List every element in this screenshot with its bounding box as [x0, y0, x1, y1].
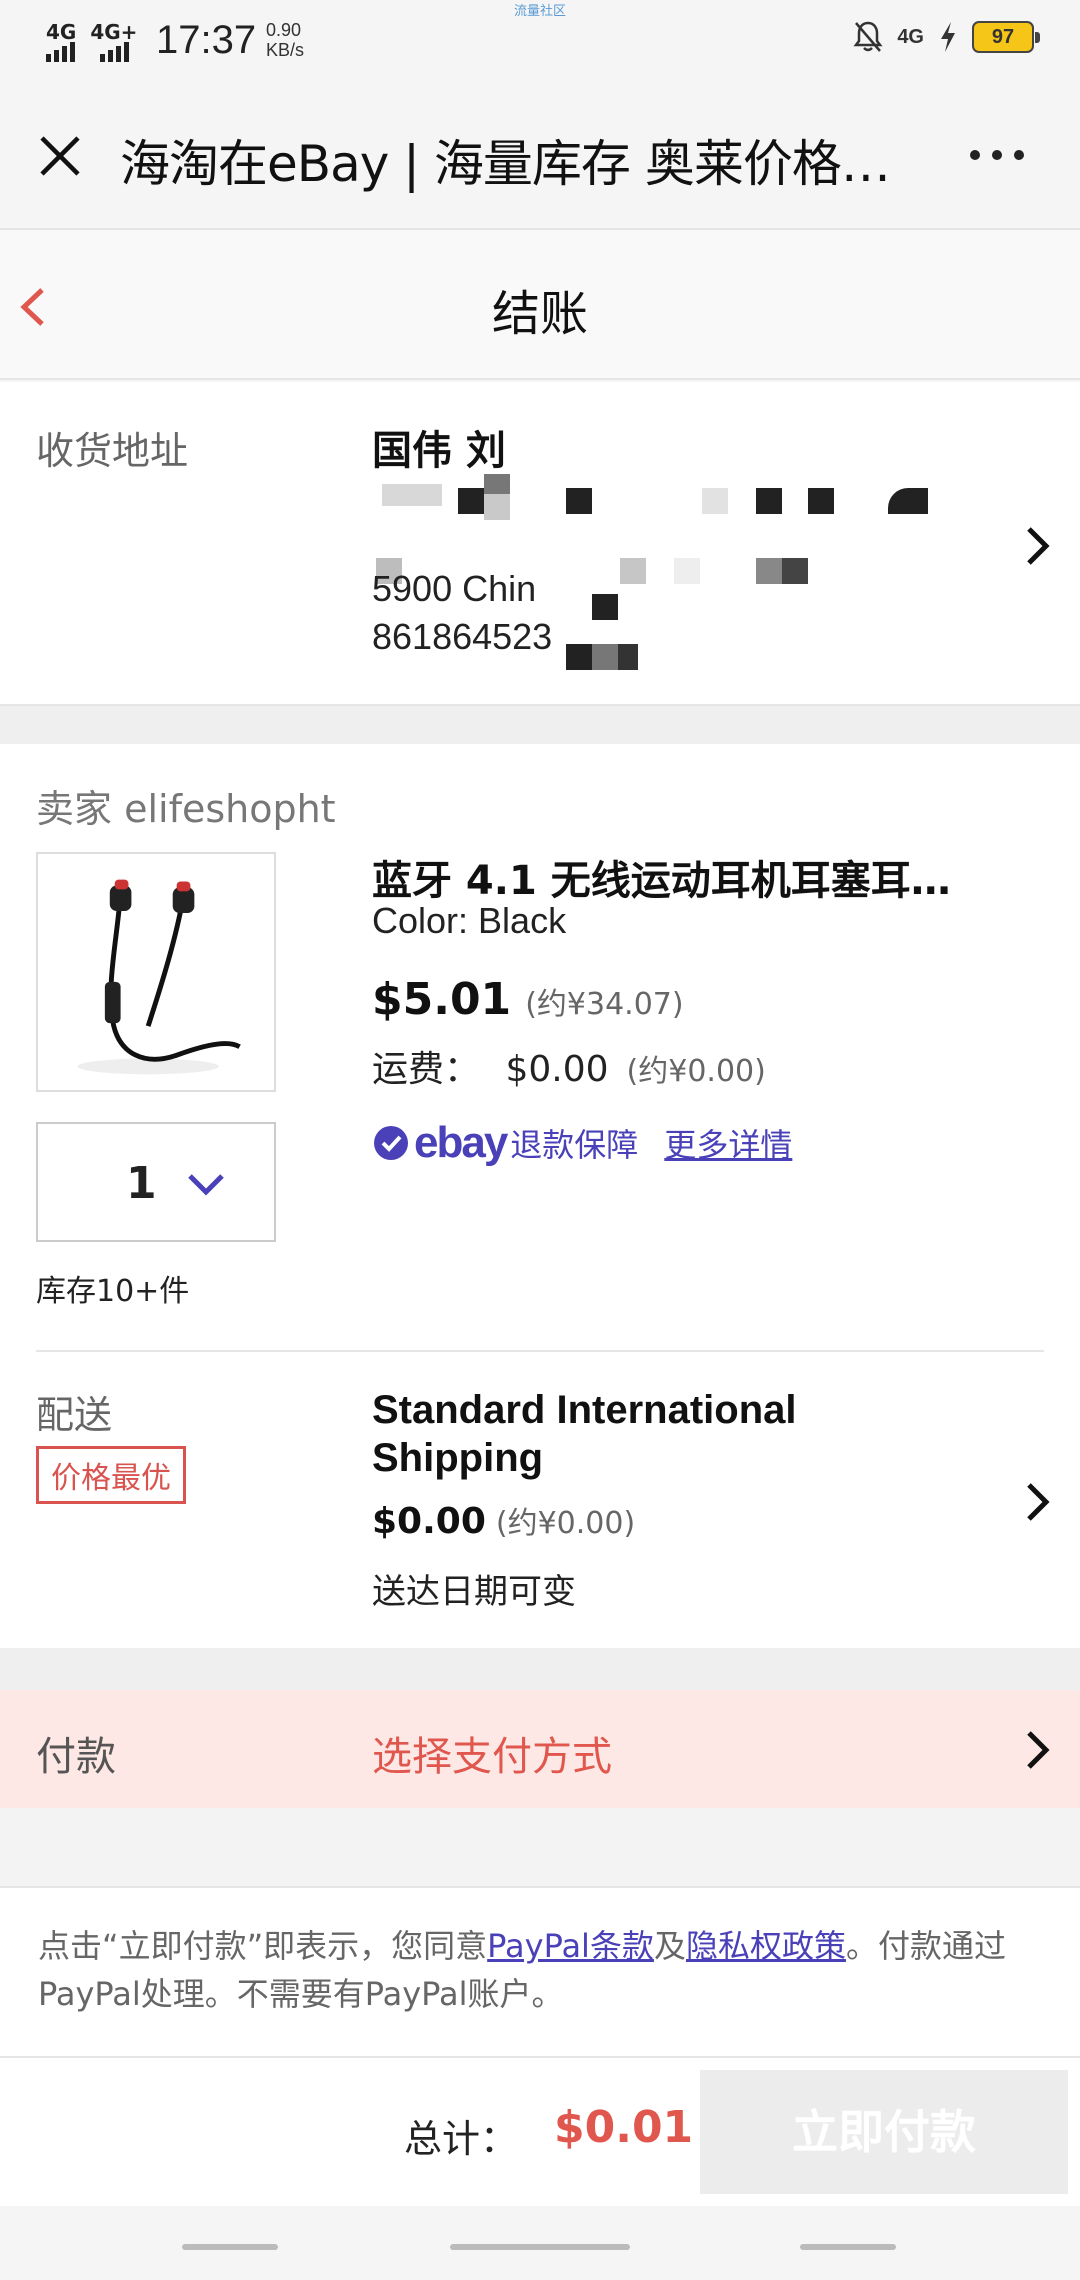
shipping-cost-cny: (约¥0.00)	[495, 1506, 636, 1541]
browser-nav-bar: 海淘在eBay | 海量库存 奥莱价格…	[0, 84, 1080, 230]
speed-unit: KB/s	[266, 40, 305, 60]
chevron-right-icon[interactable]	[1024, 524, 1052, 568]
total-amount: $0.01	[554, 2102, 694, 2153]
network-speed: 0.90 KB/s	[266, 20, 304, 60]
speed-value: 0.90	[266, 20, 302, 40]
section-gap	[0, 1648, 1080, 1690]
charging-bolt-icon	[941, 22, 955, 52]
page-web-title: 海淘在eBay | 海量库存 奥莱价格…	[120, 135, 891, 193]
order-item-section: 卖家 elifeshopht 蓝牙 4.1 无线运动耳机耳塞耳... Color…	[0, 744, 1080, 1648]
system-navigation-bar	[0, 2206, 1080, 2280]
more-options-icon[interactable]	[970, 150, 1024, 160]
earphones-image-icon	[77, 879, 241, 1075]
delivery-date-note: 送达日期可变	[372, 1572, 576, 1612]
page-title: 结账	[491, 286, 588, 342]
money-back-guarantee: ebay 退款保障 更多详情	[372, 1118, 792, 1168]
shipping-address-section[interactable]: 收货地址 国伟 刘 5900 Chin 861864523	[0, 382, 1080, 706]
payment-method-row[interactable]: 付款 选择支付方式	[0, 1690, 1080, 1808]
mute-bell-icon	[853, 21, 883, 52]
battery-indicator: 97	[972, 21, 1040, 53]
pay-now-button[interactable]: 立即付款	[700, 2070, 1068, 2194]
status-bar: 4G 4G+ 17:37 0.90 KB/s 流量社区 4G 97	[0, 0, 1080, 84]
shipping-fee-cny: (约¥0.00)	[626, 1054, 766, 1089]
chevron-down-icon	[188, 1174, 224, 1196]
signal-icon	[46, 42, 129, 62]
shipping-label: 配送	[36, 1393, 113, 1437]
address-line: 5900 Chin	[372, 568, 537, 609]
terms-notice: 点击“立即付款”即表示，您同意PayPal条款及隐私权政策。付款通过PayPal…	[0, 1886, 1080, 2058]
product-image[interactable]	[36, 852, 276, 1092]
stock-info: 库存10+件	[36, 1274, 190, 1309]
shipping-fee-label: 运费：	[372, 1049, 481, 1090]
check-badge-icon	[374, 1126, 408, 1160]
clock: 17:37	[156, 18, 257, 62]
terms-part-2: 及	[653, 1927, 686, 1965]
more-details-link[interactable]: 更多详情	[664, 1120, 792, 1166]
network-type-3: 4G	[897, 25, 924, 48]
quantity-select[interactable]: 1	[36, 1122, 276, 1242]
checkout-footer: 总计： $0.01 立即付款	[0, 2058, 1080, 2206]
carrier-notice: 流量社区	[514, 3, 567, 18]
address-label: 收货地址	[36, 429, 189, 473]
section-gap	[0, 706, 1080, 744]
section-gap	[0, 1808, 1080, 1886]
status-right: 4G 97	[853, 20, 1040, 54]
paypal-terms-link[interactable]: PayPal条款	[487, 1927, 654, 1965]
shipping-fee-value: $0.00	[505, 1049, 609, 1090]
guarantee-text: 退款保障	[510, 1126, 639, 1164]
recipient-phone: 861864523	[372, 616, 553, 657]
shipping-cost: $0.00 (约¥0.00)	[372, 1498, 635, 1542]
ebay-logo: ebay	[414, 1118, 508, 1167]
chevron-right-icon[interactable]	[1024, 1480, 1052, 1524]
checkout-header: 结账	[0, 230, 1080, 380]
close-icon[interactable]	[36, 132, 84, 180]
product-price: $5.01 (约¥34.07)	[372, 974, 684, 1025]
product-variant: Color: Black	[372, 900, 567, 941]
quantity-value: 1	[126, 1158, 157, 1209]
price-usd: $5.01	[372, 974, 512, 1025]
chevron-right-icon[interactable]	[1024, 1728, 1052, 1772]
product-title[interactable]: 蓝牙 4.1 无线运动耳机耳塞耳...	[372, 848, 952, 906]
seller-name: 卖家 elifeshopht	[36, 787, 336, 831]
best-price-badge: 价格最优	[36, 1446, 186, 1504]
shipping-method[interactable]: Standard International Shipping	[372, 1386, 932, 1482]
total-label: 总计：	[404, 2117, 519, 2161]
nav-home-gesture[interactable]	[450, 2244, 630, 2250]
nav-back-gesture[interactable]	[182, 2244, 278, 2250]
payment-label: 付款	[36, 1734, 116, 1780]
shipping-fee-row: 运费： $0.00 (约¥0.00)	[372, 1040, 766, 1092]
shipping-cost-usd: $0.00	[372, 1501, 486, 1542]
recipient-name: 国伟 刘	[372, 428, 506, 474]
terms-text: 点击“立即付款”即表示，您同意PayPal条款及隐私权政策。付款通过PayPal…	[38, 1922, 1038, 2018]
privacy-policy-link[interactable]: 隐私权政策	[686, 1927, 846, 1965]
choose-payment-text[interactable]: 选择支付方式	[372, 1724, 612, 1782]
divider	[36, 1350, 1044, 1352]
nav-recent-gesture[interactable]	[800, 2244, 896, 2250]
terms-part-1: 点击“立即付款”即表示，您同意	[38, 1927, 488, 1965]
price-cny: (约¥34.07)	[525, 987, 684, 1022]
